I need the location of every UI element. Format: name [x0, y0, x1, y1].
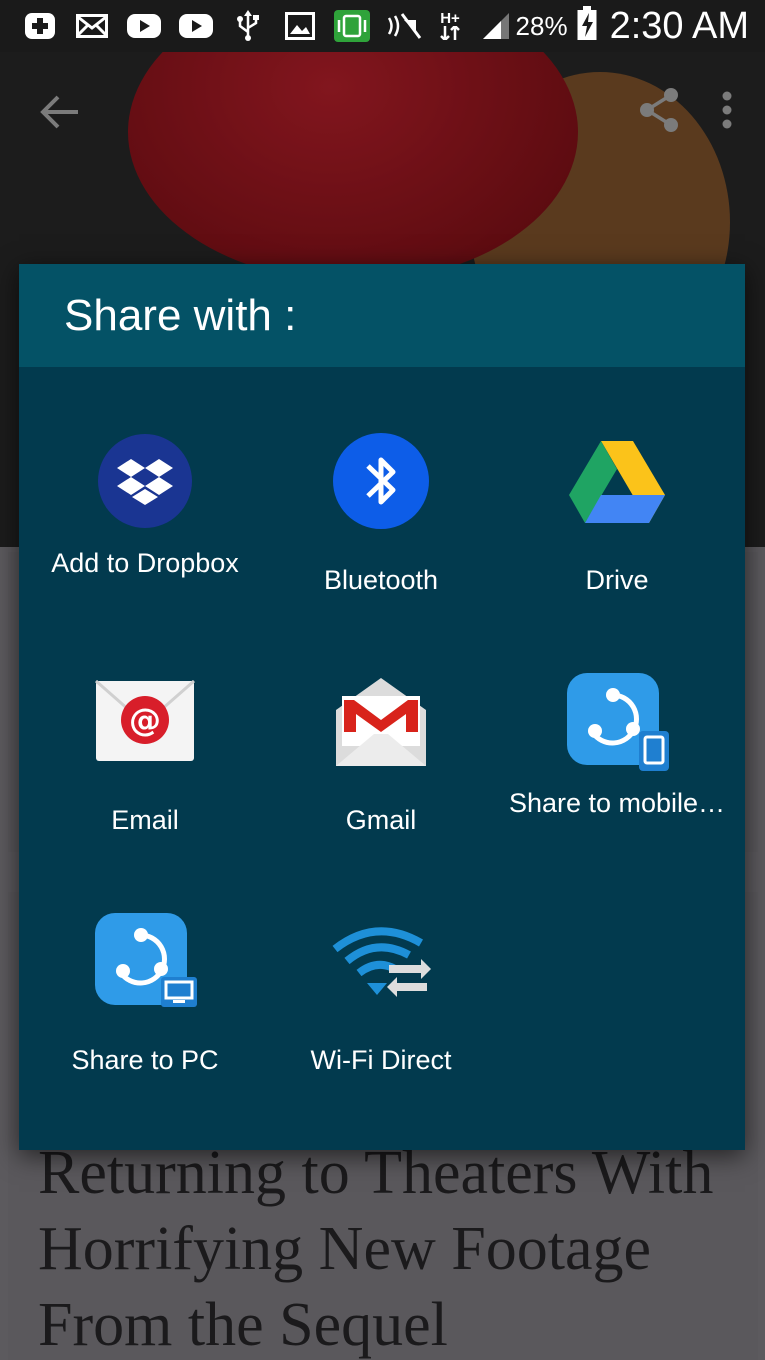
share-target-dropbox[interactable]: Add to Dropbox: [24, 367, 266, 597]
google-drive-icon: [565, 429, 669, 533]
share-target-shareit-pc[interactable]: Share to PC: [24, 847, 266, 1077]
share-target-drive[interactable]: Drive: [496, 367, 738, 597]
status-bar: H+ 28% 2:30 AM: [0, 0, 765, 52]
email-icon: @: [93, 669, 197, 773]
usb-icon: [230, 10, 266, 41]
share-target-label: Bluetooth: [323, 565, 439, 595]
shareit-pc-icon: [93, 909, 197, 1013]
signal-icon: [478, 11, 514, 41]
share-target-bluetooth[interactable]: Bluetooth: [260, 367, 502, 597]
mail-icon: [74, 11, 110, 41]
share-target-label: Share to PC: [71, 1045, 219, 1075]
share-dialog: Share with : Add to Dropbox Bluetooth Dr…: [19, 264, 745, 1150]
share-dialog-header: Share with :: [19, 264, 745, 367]
share-target-label: Wi-Fi Direct: [310, 1045, 452, 1075]
gmail-icon: [329, 669, 433, 773]
share-target-label: Gmail: [345, 805, 417, 835]
wifi-direct-icon: [329, 909, 433, 1013]
data-arrows-icon: H+: [438, 11, 462, 41]
share-target-email[interactable]: @ Email: [24, 607, 266, 837]
plus-icon: [22, 11, 58, 41]
gallery-icon: [282, 11, 318, 41]
share-target-shareit-mobile[interactable]: Share to mobile…: [496, 607, 738, 837]
nfc-mute-icon: [386, 11, 422, 41]
bluetooth-icon: [329, 429, 433, 533]
clock: 2:30 AM: [609, 4, 749, 47]
share-dialog-title: Share with :: [64, 290, 297, 340]
youtube-icon: [178, 11, 214, 41]
svg-text:@: @: [129, 701, 161, 739]
share-target-label: Add to Dropbox: [51, 548, 239, 578]
shareit-mobile-icon: [565, 669, 669, 773]
share-target-wifi-direct[interactable]: Wi-Fi Direct: [260, 847, 502, 1077]
share-target-gmail[interactable]: Gmail: [260, 607, 502, 837]
dropbox-icon: [93, 429, 197, 533]
battery-percent: 28%: [515, 10, 568, 41]
share-target-label: Drive: [585, 565, 649, 595]
youtube-icon: [126, 11, 162, 41]
battery-charging-icon: [576, 5, 598, 47]
share-target-label: Email: [111, 805, 179, 835]
share-target-label: Share to mobile…: [508, 788, 726, 818]
screen-mirror-icon: [334, 10, 370, 42]
